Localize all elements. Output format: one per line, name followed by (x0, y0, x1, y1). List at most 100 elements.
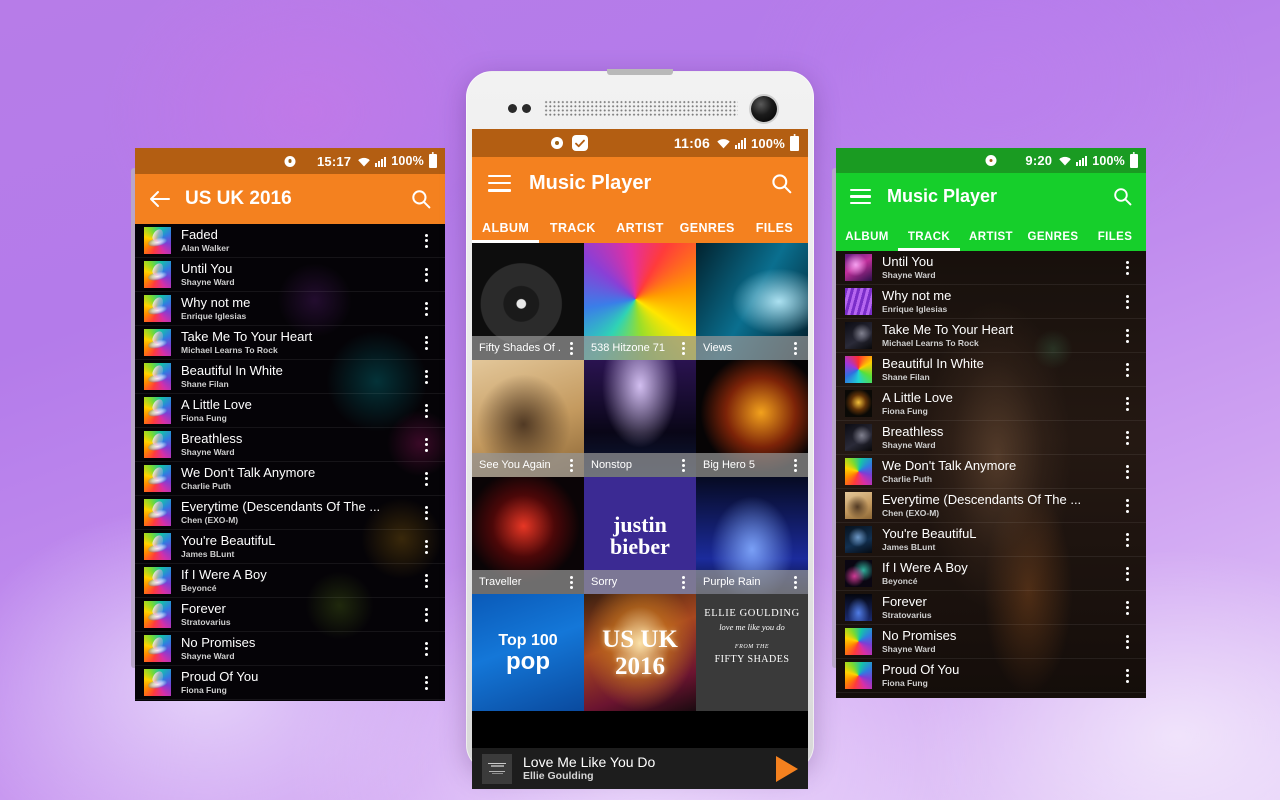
album-grid-item[interactable]: 538 Hitzone 71 (584, 243, 696, 360)
track-list-item[interactable]: Forever Stratovarius (836, 591, 1146, 625)
overflow-menu-icon[interactable] (415, 233, 437, 248)
track-list-item[interactable]: Proud Of You Fiona Fung (135, 666, 445, 700)
overflow-menu-icon[interactable] (415, 471, 437, 486)
track-list-item[interactable]: Take Me To Your Heart Michael Learns To R… (836, 319, 1146, 353)
tab-album[interactable]: ALBUM (472, 221, 540, 243)
overflow-menu-icon[interactable] (560, 575, 582, 589)
overflow-menu-icon[interactable] (415, 607, 437, 622)
track-list-item[interactable]: Everytime (Descendants Of The ... Chen (E… (135, 496, 445, 530)
track-list-item[interactable]: We Don't Talk Anymore Charlie Puth (836, 455, 1146, 489)
track-list-item[interactable]: You're BeautifuL James BLunt (836, 523, 1146, 557)
overflow-menu-icon[interactable] (672, 458, 694, 472)
track-list-item[interactable]: Breathless Shayne Ward (135, 428, 445, 462)
overflow-menu-icon[interactable] (1116, 294, 1138, 309)
right-tab-bar[interactable]: ALBUM TRACK ARTIST GENRES FILES (836, 220, 1146, 251)
left-track-list[interactable]: Faded Alan Walker Until You Shayne Ward Why … (135, 224, 445, 701)
tab-genres[interactable]: GENRES (1022, 231, 1084, 251)
track-list-item[interactable]: If I Were A Boy Beyoncé (135, 564, 445, 598)
overflow-menu-icon[interactable] (1116, 566, 1138, 581)
track-list-item[interactable]: Beautiful In White Shane Filan (836, 353, 1146, 387)
overflow-menu-icon[interactable] (415, 437, 437, 452)
overflow-menu-icon[interactable] (1116, 260, 1138, 275)
album-grid-item[interactable]: Purple Rain (696, 477, 808, 594)
overflow-menu-icon[interactable] (415, 675, 437, 690)
tab-artist[interactable]: ARTIST (960, 231, 1022, 251)
overflow-menu-icon[interactable] (672, 575, 694, 589)
album-grid-item[interactable]: Views (696, 243, 808, 360)
track-list-item[interactable]: Until You Shayne Ward (135, 258, 445, 292)
album-grid-item[interactable]: US UK 2016 (584, 594, 696, 711)
overflow-menu-icon[interactable] (560, 341, 582, 355)
overflow-menu-icon[interactable] (1116, 464, 1138, 479)
overflow-menu-icon[interactable] (415, 335, 437, 350)
overflow-menu-icon[interactable] (784, 575, 806, 589)
overflow-menu-icon[interactable] (1116, 396, 1138, 411)
overflow-menu-icon[interactable] (415, 505, 437, 520)
tab-artist[interactable]: ARTIST (606, 221, 673, 243)
overflow-menu-icon[interactable] (415, 267, 437, 282)
album-grid-item[interactable]: ELLIE GOULDING love me like you do FROM TH… (696, 594, 808, 711)
album-grid-item[interactable]: Top 100 pop (472, 594, 584, 711)
track-list-item[interactable]: We Don't Talk Anymore Charlie Puth (135, 462, 445, 496)
album-grid-item[interactable]: justin bieber Sorry (584, 477, 696, 594)
hamburger-menu-icon[interactable] (850, 189, 871, 204)
center-tab-bar[interactable]: ALBUM TRACK ARTIST GENRES FILES (472, 209, 808, 243)
album-grid-item[interactable]: Traveller (472, 477, 584, 594)
hamburger-menu-icon[interactable] (488, 174, 511, 192)
overflow-menu-icon[interactable] (560, 458, 582, 472)
track-list-item[interactable]: No Promises Shayne Ward (836, 625, 1146, 659)
overflow-menu-icon[interactable] (1116, 328, 1138, 343)
play-triangle-icon[interactable] (776, 755, 798, 782)
overflow-menu-icon[interactable] (1116, 362, 1138, 377)
track-list-item[interactable]: If I Were A Boy Beyoncé (836, 557, 1146, 591)
overflow-menu-icon[interactable] (1116, 668, 1138, 683)
overflow-menu-icon[interactable] (1116, 532, 1138, 547)
overflow-menu-icon[interactable] (1116, 430, 1138, 445)
album-grid-item[interactable]: Fifty Shades Of ... (472, 243, 584, 360)
overflow-menu-icon[interactable] (784, 458, 806, 472)
album-grid-item[interactable]: See You Again (472, 360, 584, 477)
tab-album[interactable]: ALBUM (836, 231, 898, 251)
track-list-item[interactable]: Take Me To Your Heart Michael Learns To R… (135, 326, 445, 360)
track-list-item[interactable]: Breathless Shayne Ward (836, 421, 1146, 455)
overflow-menu-icon[interactable] (415, 539, 437, 554)
tab-track[interactable]: TRACK (539, 221, 606, 243)
tab-files[interactable]: FILES (1084, 231, 1146, 251)
tab-files[interactable]: FILES (741, 221, 808, 243)
overflow-menu-icon[interactable] (415, 301, 437, 316)
overflow-menu-icon[interactable] (415, 403, 437, 418)
search-icon[interactable] (411, 189, 431, 209)
track-list-item[interactable]: You're BeautifuL James BLunt (135, 530, 445, 564)
tab-genres[interactable]: GENRES (674, 221, 741, 243)
track-list-item[interactable]: Until You Shayne Ward (836, 251, 1146, 285)
track-list-item[interactable]: Why not me Enrique Iglesias (135, 292, 445, 326)
back-arrow-icon[interactable] (149, 190, 171, 208)
track-list-item[interactable]: Beautiful In White Shane Filan (135, 360, 445, 394)
left-track-rows[interactable]: Faded Alan Walker Until You Shayne Ward Why … (135, 224, 445, 700)
overflow-menu-icon[interactable] (784, 341, 806, 355)
track-list-item[interactable]: Forever Stratovarius (135, 598, 445, 632)
track-list-item[interactable]: Why not me Enrique Iglesias (836, 285, 1146, 319)
overflow-menu-icon[interactable] (415, 369, 437, 384)
track-list-item[interactable]: No Promises Shayne Ward (135, 632, 445, 666)
search-icon[interactable] (1113, 187, 1132, 206)
overflow-menu-icon[interactable] (415, 573, 437, 588)
album-grid-item[interactable]: Nonstop (584, 360, 696, 477)
track-list-item[interactable]: Everytime (Descendants Of The ... Chen (E… (836, 489, 1146, 523)
track-list-item[interactable]: A Little Love Fiona Fung (135, 394, 445, 428)
album-grid[interactable]: Fifty Shades Of ... 538 Hitzone 71 Views Se… (472, 243, 808, 748)
now-playing-bar[interactable]: Love Me Like You Do Ellie Goulding (472, 748, 808, 789)
overflow-menu-icon[interactable] (1116, 634, 1138, 649)
right-track-list[interactable]: Until You Shayne Ward Why not me Enrique Ig… (836, 251, 1146, 698)
track-list-item[interactable]: A Little Love Fiona Fung (836, 387, 1146, 421)
track-list-item[interactable]: Faded Alan Walker (135, 224, 445, 258)
overflow-menu-icon[interactable] (1116, 600, 1138, 615)
overflow-menu-icon[interactable] (1116, 498, 1138, 513)
overflow-menu-icon[interactable] (672, 341, 694, 355)
tab-track[interactable]: TRACK (898, 231, 960, 251)
overflow-menu-icon[interactable] (415, 641, 437, 656)
track-list-item[interactable]: Proud Of You Fiona Fung (836, 659, 1146, 693)
album-grid-item[interactable]: Big Hero 5 (696, 360, 808, 477)
right-track-rows[interactable]: Until You Shayne Ward Why not me Enrique Ig… (836, 251, 1146, 693)
search-icon[interactable] (771, 173, 792, 194)
